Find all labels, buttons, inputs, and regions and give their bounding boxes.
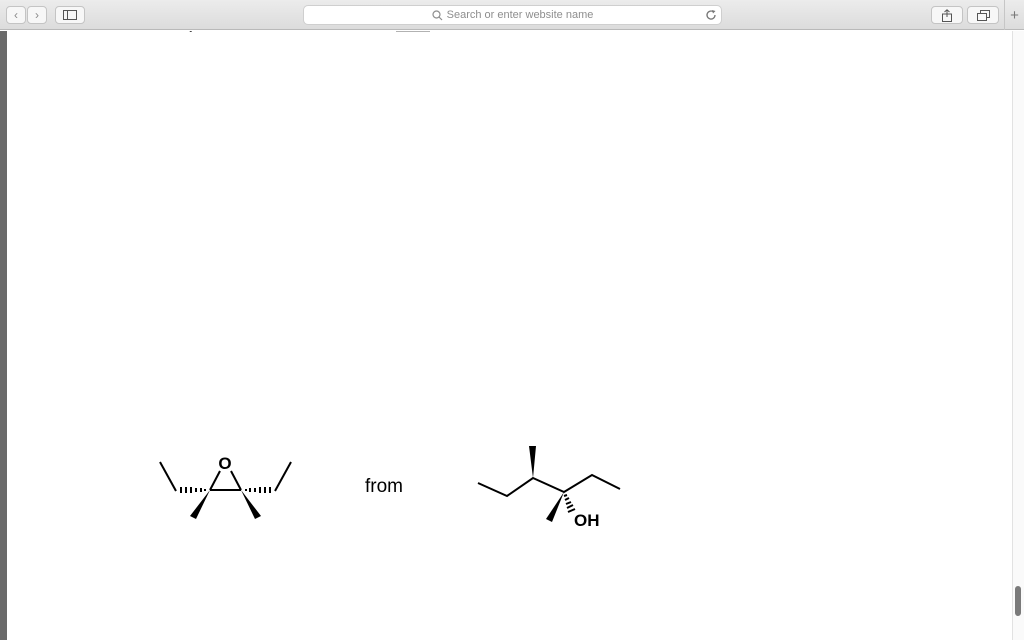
cropped-structure-fragment: [189, 31, 192, 32]
share-button[interactable]: [931, 6, 963, 24]
wedge-bond: [529, 446, 536, 478]
tabs-overview-button[interactable]: [967, 6, 999, 24]
address-placeholder: Search or enter website name: [446, 9, 594, 21]
oxygen-label: O: [218, 454, 231, 473]
page-content: O OH from: [0, 31, 1024, 640]
scrollbar-track[interactable]: [1012, 31, 1024, 640]
chemistry-figure: O OH: [159, 31, 621, 530]
alcohol-structure: [477, 473, 621, 498]
tabs-icon: [976, 9, 990, 21]
scrollbar-thumb[interactable]: [1015, 586, 1021, 616]
wedge-bond: [190, 490, 210, 519]
hydroxyl-label: OH: [574, 511, 600, 530]
address-bar[interactable]: Search or enter website name: [303, 5, 722, 25]
wedge-bond: [241, 490, 261, 519]
sidebar-icon: [63, 10, 77, 20]
sidebar-toggle-button[interactable]: [55, 6, 85, 24]
plus-icon: +: [1010, 6, 1019, 24]
reload-button[interactable]: [705, 9, 717, 21]
forward-button[interactable]: ›: [27, 6, 47, 24]
search-icon: [432, 9, 443, 21]
wedge-bond: [546, 492, 564, 522]
reload-icon: [706, 10, 716, 20]
share-icon: [942, 8, 952, 22]
forward-icon: ›: [35, 8, 39, 22]
new-tab-button[interactable]: +: [1004, 0, 1024, 30]
back-button[interactable]: ‹: [6, 6, 26, 24]
connector-text: from: [365, 476, 403, 497]
back-icon: ‹: [14, 8, 18, 22]
hashed-wedge-bond: [563, 494, 576, 513]
browser-toolbar: ‹ › Search or enter website name +: [0, 0, 1024, 30]
